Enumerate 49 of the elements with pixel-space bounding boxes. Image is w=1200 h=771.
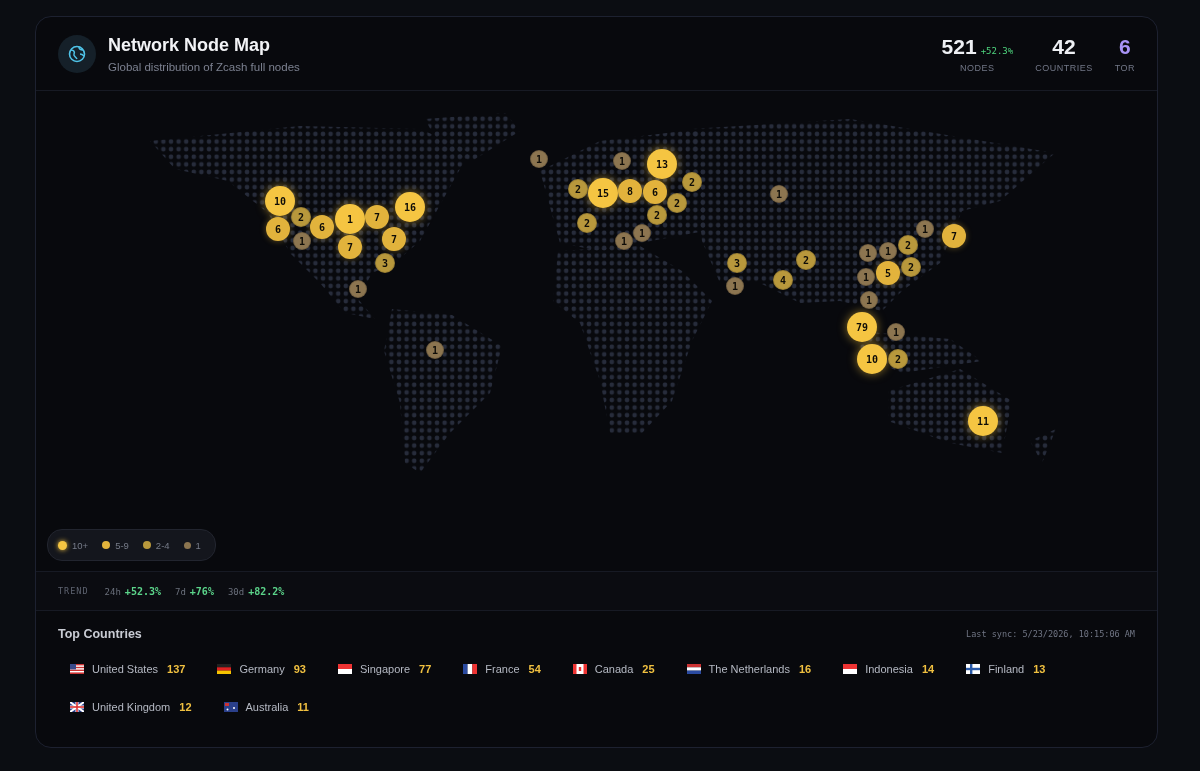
country-name: Canada [594,663,634,675]
country-count: 77 [419,663,432,675]
section-title: Top Countries [58,627,142,641]
stat-value: 521 [941,34,977,59]
country-name: Indonesia [865,663,913,675]
stat-label: COUNTRIES [1035,62,1093,73]
trend-period: 7d [175,586,186,597]
stat-value: 42 [1052,34,1076,59]
map-subtitle: Global distribution of Zcash full nodes [108,60,300,73]
node-bubble[interactable]: 10 [857,344,887,374]
last-sync-text: Last sync: 5/23/2026, 10:15:06 AM [966,629,1135,639]
trend-value: +82.2% [248,585,285,597]
node-bubble[interactable]: 79 [847,312,877,342]
stat-change: +52.3% [980,45,1014,56]
country-count: 16 [798,663,812,675]
legend-label: 5-9 [115,539,129,551]
trend-period: 30d [227,586,245,597]
country-count: 14 [921,663,935,675]
legend-label: 2-4 [155,539,170,551]
stat-label: NODES [960,62,995,73]
stat-label: TOR [1114,62,1135,73]
map-title: Network Node Map [108,34,272,56]
legend-label: 10+ [72,539,89,551]
country-count: 11 [297,701,309,713]
country-count: 25 [642,663,655,675]
trend-value: +76% [189,585,214,597]
trend-value: +52.3% [124,585,161,597]
country-name: Germany [239,663,285,675]
country-name: Finland [988,663,1025,675]
node-bubble[interactable]: 1 [530,150,548,168]
country-name: France [485,663,520,675]
country-name: The Netherlands [708,663,790,675]
country-count: 12 [179,701,192,713]
trend-label: TREND [58,586,89,596]
country-name: Singapore [359,663,411,675]
country-count: 93 [293,663,306,675]
country-name: United States [92,663,159,675]
node-bubble[interactable]: 7 [942,224,966,248]
stat-value: 6 [1119,34,1131,59]
country-name: United Kingdom [92,701,171,713]
country-name: Australia [245,701,289,713]
legend-label: 1 [195,539,201,551]
country-count: 54 [528,663,541,675]
trend-period: 24h [104,586,121,597]
country-count: 13 [1033,663,1046,675]
country-count: 137 [167,663,186,675]
globe-icon [58,34,96,73]
node-bubble[interactable]: 6 [266,217,290,241]
node-bubble[interactable]: 1 [887,323,905,341]
